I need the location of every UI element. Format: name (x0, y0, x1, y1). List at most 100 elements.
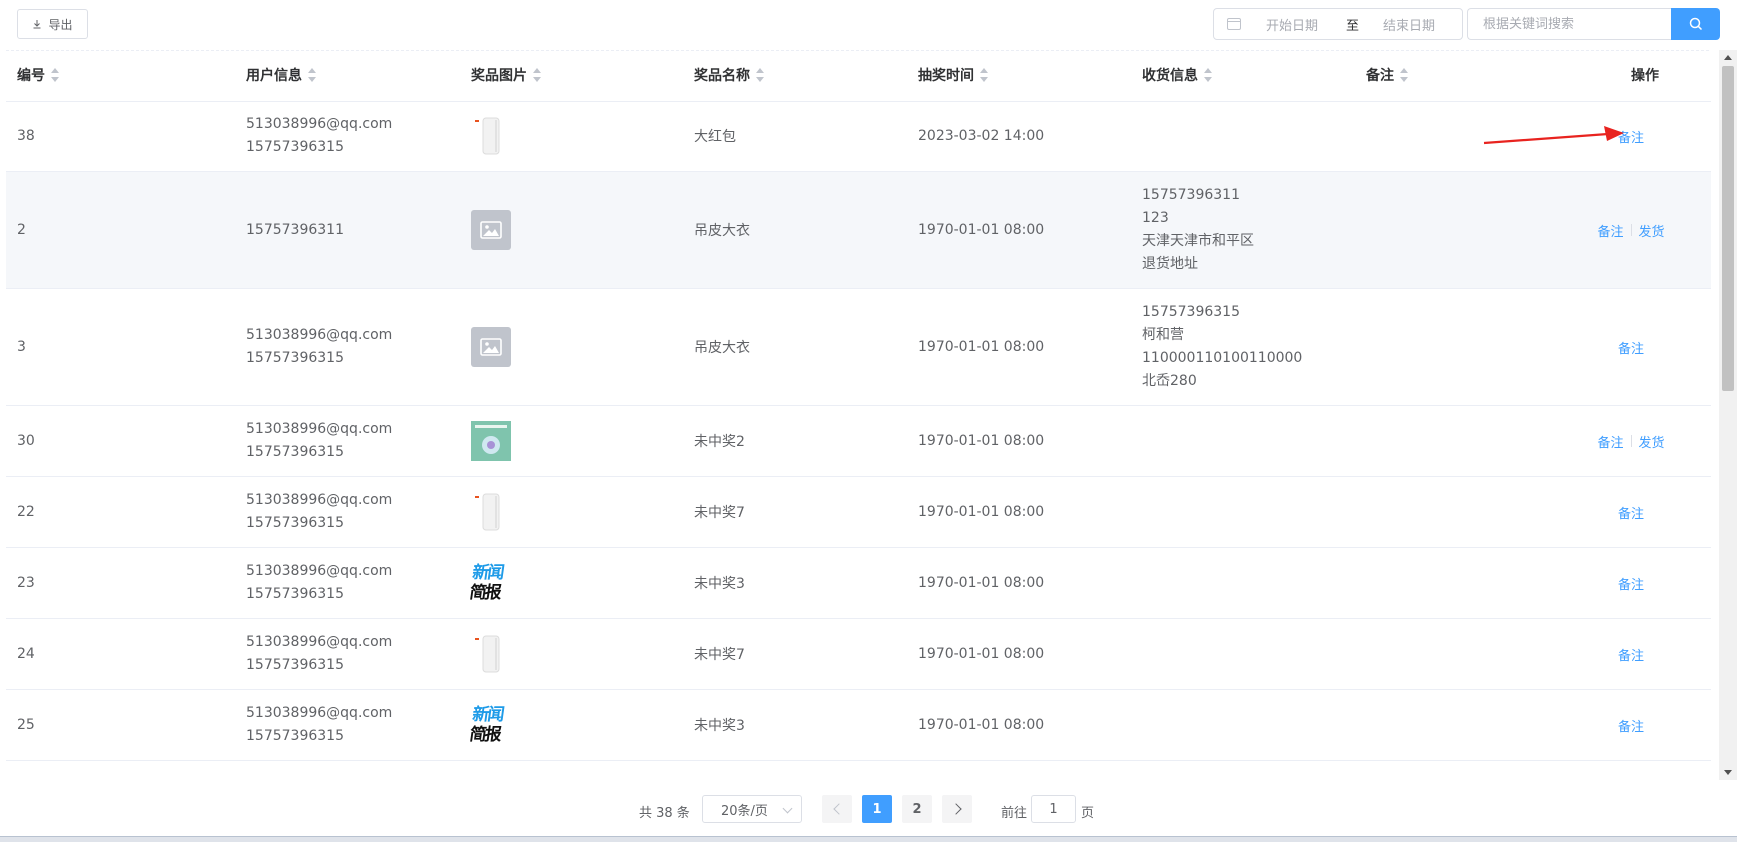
search-input[interactable] (1467, 8, 1671, 40)
remark-link[interactable]: 备注 (1618, 338, 1644, 357)
column-header-image[interactable]: 奖品图片 (471, 52, 542, 101)
scrollbar-thumb[interactable] (1722, 66, 1734, 391)
user-info-line: 15757396315 (246, 515, 344, 531)
record-id: 2 (17, 222, 26, 238)
record-id: 3 (17, 339, 26, 355)
ship-link[interactable]: 发货 (1639, 432, 1665, 451)
prize-name: 未中奖7 (694, 505, 745, 521)
goto-label: 前往 (1001, 806, 1028, 821)
table-row: 38 513038996@qq.com 15757396315 大红包 2023-03-… (6, 101, 1711, 172)
goto-suffix: 页 (1081, 806, 1095, 821)
row-actions: 备注 (1566, 548, 1696, 618)
prize-name: 未中奖2 (694, 434, 745, 450)
sort-icon[interactable] (756, 68, 765, 82)
shipping-info-line: 15757396315 (1142, 304, 1240, 320)
column-header-draw-time[interactable]: 抽奖时间 (918, 52, 989, 101)
prize-name: 吊皮大衣 (694, 223, 750, 239)
prize-image[interactable] (471, 634, 511, 674)
shipping-info-line: 123 (1142, 210, 1169, 226)
prize-image[interactable]: 新闻 简报 (468, 563, 514, 603)
row-actions: 备注 (1566, 477, 1696, 547)
goto-page-input[interactable] (1031, 795, 1076, 823)
user-info-line: 15757396315 (246, 350, 344, 366)
scroll-up-icon[interactable] (1724, 55, 1732, 60)
prize-image[interactable] (471, 116, 511, 156)
prize-name: 未中奖7 (694, 647, 745, 663)
user-info: 513038996@qq.com 15757396315 (246, 702, 392, 748)
user-info-line: 15757396315 (246, 586, 344, 602)
column-header-remark[interactable]: 备注 (1366, 52, 1409, 101)
draw-time: 1970-01-01 08:00 (918, 433, 1045, 449)
prize-name: 未中奖3 (694, 576, 745, 592)
user-info: 513038996@qq.com 15757396315 (246, 489, 392, 535)
draw-time: 1970-01-01 08:00 (918, 222, 1045, 238)
vertical-scrollbar[interactable] (1719, 50, 1737, 780)
scroll-down-icon[interactable] (1724, 770, 1732, 775)
column-header-user[interactable]: 用户信息 (246, 52, 317, 101)
remark-link[interactable]: 备注 (1618, 716, 1644, 735)
shipping-info-line: 110000110100110000 (1142, 350, 1303, 366)
page-button-1[interactable]: 1 (862, 795, 892, 823)
date-range-separator: 至 (1346, 18, 1360, 34)
user-info: 513038996@qq.com 15757396315 (246, 560, 392, 606)
draw-time: 1970-01-01 08:00 (918, 575, 1045, 591)
remark-link[interactable]: 备注 (1618, 645, 1644, 664)
user-info: 513038996@qq.com 15757396315 (246, 631, 392, 677)
user-info-line: 513038996@qq.com (246, 421, 393, 437)
table-row: 3 513038996@qq.com 15757396315 吊皮大衣 1970-01-… (6, 289, 1711, 406)
sort-icon[interactable] (51, 68, 60, 82)
image-placeholder-icon[interactable] (471, 327, 511, 367)
page-size-select[interactable]: 20条/页 (702, 795, 802, 823)
shipping-info: 15757396315 柯和营 110000110100110000 北岙280 (1142, 301, 1302, 393)
shipping-info-line: 北岙280 (1142, 373, 1197, 389)
prize-image[interactable] (471, 492, 511, 532)
remark-link[interactable]: 备注 (1597, 432, 1623, 451)
page-button-2[interactable]: 2 (902, 795, 932, 823)
search-icon (1689, 17, 1702, 31)
toolbar: 导出 开始日期 至 结束日期 (0, 0, 1737, 50)
prize-name: 未中奖3 (694, 718, 745, 734)
remark-link[interactable]: 备注 (1618, 574, 1644, 593)
remark-link[interactable]: 备注 (1597, 221, 1623, 240)
prize-image[interactable] (471, 421, 511, 461)
prize-name: 吊皮大衣 (694, 340, 750, 356)
export-button[interactable]: 导出 (17, 9, 88, 39)
chevron-right-icon (949, 803, 962, 815)
image-placeholder-icon[interactable] (471, 210, 511, 250)
calendar-icon (1227, 18, 1241, 30)
prize-image[interactable]: 新闻 简报 (468, 705, 514, 745)
sort-icon[interactable] (1400, 68, 1409, 82)
row-actions: 备注 发货 (1566, 172, 1696, 288)
draw-time: 1970-01-01 08:00 (918, 646, 1045, 662)
user-info-line: 513038996@qq.com (246, 116, 393, 132)
export-label: 导出 (48, 17, 73, 32)
user-info: 15757396311 (246, 219, 344, 242)
draw-time: 2023-03-02 14:00 (918, 128, 1045, 144)
search-button[interactable] (1671, 8, 1720, 40)
sort-icon[interactable] (980, 68, 989, 82)
sort-icon[interactable] (308, 68, 317, 82)
download-icon (33, 20, 41, 29)
sort-icon[interactable] (1204, 68, 1213, 82)
user-info-line: 15757396315 (246, 139, 344, 155)
prize-records-table: 编号 用户信息 奖品图片 奖品名称 抽奖时间 收货信息 备注 操作 38 5130… (6, 52, 1711, 779)
next-page-button[interactable] (942, 795, 972, 823)
pagination: 共 38 条 20条/页 1 2 前往 页 (0, 795, 1737, 829)
ship-link[interactable]: 发货 (1639, 221, 1665, 240)
chevron-down-icon (782, 803, 793, 814)
date-start-input[interactable]: 开始日期 (1266, 15, 1346, 34)
column-header-id[interactable]: 编号 (17, 52, 60, 101)
sort-icon[interactable] (533, 68, 542, 82)
date-range-picker[interactable]: 开始日期 至 结束日期 (1213, 8, 1463, 40)
column-header-shipping[interactable]: 收货信息 (1142, 52, 1213, 101)
remark-link[interactable]: 备注 (1618, 503, 1644, 522)
user-info-line: 513038996@qq.com (246, 634, 393, 650)
user-info: 513038996@qq.com 15757396315 (246, 418, 392, 464)
annotation-arrow-icon (1483, 126, 1624, 145)
column-header-actions: 操作 (1631, 68, 1659, 84)
table-row: 22 513038996@qq.com 15757396315 未中奖7 1970-01… (6, 477, 1711, 548)
prev-page-button[interactable] (822, 795, 852, 823)
column-header-prize-name[interactable]: 奖品名称 (694, 52, 765, 101)
user-info-line: 15757396315 (246, 728, 344, 744)
date-end-input[interactable]: 结束日期 (1383, 15, 1435, 34)
